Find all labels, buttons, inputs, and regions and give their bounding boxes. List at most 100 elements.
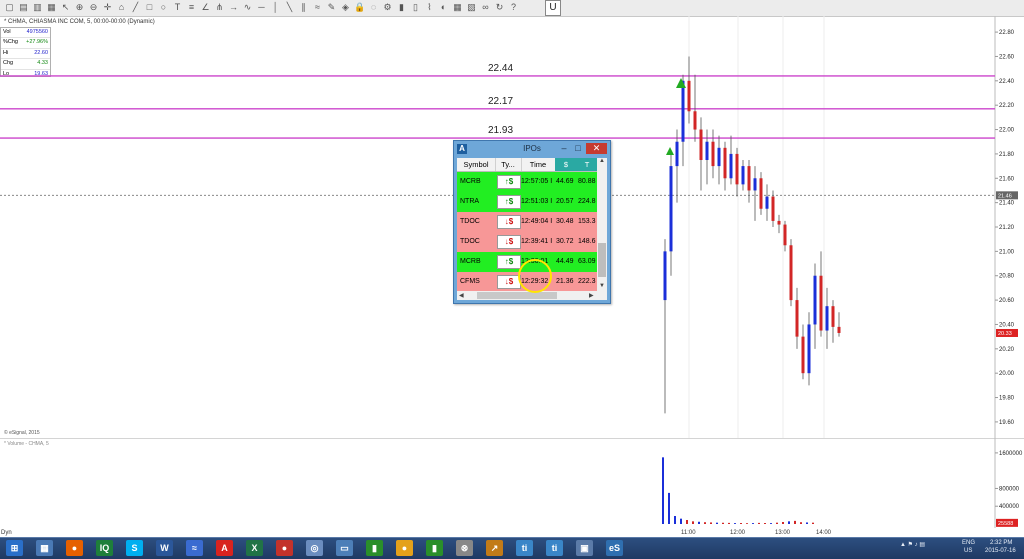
minimize-button[interactable]: – [558, 143, 570, 154]
volume-bar[interactable] [704, 522, 706, 524]
volume-bar[interactable] [776, 522, 778, 524]
column-header-symbol[interactable]: Symbol [457, 158, 496, 171]
arrow-icon[interactable]: → [228, 2, 239, 13]
volume-bar[interactable] [752, 523, 754, 524]
hide-icon[interactable]: ◌ [368, 2, 379, 13]
volume-bar[interactable] [722, 522, 724, 524]
bar-style-icon[interactable]: ▮ [396, 2, 407, 13]
column-header-t[interactable]: T [577, 158, 598, 171]
candle-body[interactable] [795, 300, 799, 337]
candle-icon[interactable]: ▯ [410, 2, 421, 13]
volume-bar[interactable] [770, 523, 772, 524]
candle-body[interactable] [681, 80, 685, 142]
cursor-icon[interactable]: ↖ [60, 2, 71, 13]
candle-body[interactable] [693, 111, 697, 130]
layout-icon[interactable]: ▦ [452, 2, 463, 13]
volume-bar[interactable] [662, 457, 664, 524]
volume-bar[interactable] [758, 522, 760, 524]
fibonacci-icon[interactable]: ≡ [186, 2, 197, 13]
line-style-icon[interactable]: ⌇ [424, 2, 435, 13]
line-icon[interactable]: ╱ [130, 2, 141, 13]
trading-icon-2[interactable]: ▮ [426, 540, 443, 556]
channel-icon[interactable]: ∥ [298, 2, 309, 13]
candle-body[interactable] [663, 251, 667, 301]
chrome-icon[interactable]: ● [396, 540, 413, 556]
candle-body[interactable] [831, 306, 835, 327]
network-icon[interactable]: ▣ [576, 540, 593, 556]
volume-bar[interactable] [806, 522, 808, 524]
candle-body[interactable] [705, 141, 709, 160]
volume-bar[interactable] [764, 523, 766, 524]
volume-bar[interactable] [800, 522, 802, 524]
ti-icon-2[interactable]: ti [546, 540, 563, 556]
vertical-scrollbar[interactable]: ▲ ▼ [597, 158, 607, 291]
volume-bar[interactable] [674, 516, 676, 524]
esignal-icon[interactable]: eS [606, 540, 623, 556]
candle-body[interactable] [669, 166, 673, 252]
candle-body[interactable] [777, 220, 781, 225]
media-icon[interactable]: ◎ [306, 540, 323, 556]
scroll-left-icon[interactable]: ◀ [459, 292, 464, 299]
stock-chart-icon[interactable]: ≈ [186, 540, 203, 556]
text-icon[interactable]: T [172, 2, 183, 13]
candle-body[interactable] [783, 224, 787, 246]
rectangle-icon[interactable]: □ [144, 2, 155, 13]
column-header-time[interactable]: Time [521, 158, 556, 171]
ipo-row[interactable]: TDOC ↓$ 12:39:41 I 30.72 148.6 [457, 232, 597, 252]
volume-bar[interactable] [698, 521, 700, 524]
candle-body[interactable] [825, 306, 829, 331]
home-icon[interactable]: ⌂ [116, 2, 127, 13]
regression-icon[interactable]: ≈ [312, 2, 323, 13]
maximize-button[interactable]: □ [572, 143, 584, 154]
column-header-price[interactable]: $ [555, 158, 578, 171]
save-icon[interactable]: ▥ [32, 2, 43, 13]
word-icon[interactable]: W [156, 540, 173, 556]
ipo-row[interactable]: NTRA ↑$ 12:51:03 I 20.57 224.8 [457, 192, 597, 212]
help-icon[interactable]: ? [508, 2, 519, 13]
file-icon[interactable]: ▢ [4, 2, 15, 13]
candle-body[interactable] [699, 129, 703, 160]
volume-bar[interactable] [788, 521, 790, 524]
candle-body[interactable] [675, 141, 679, 167]
volume-chart[interactable]: 1600000 800000 400000 25588 [0, 438, 1024, 528]
skype-icon[interactable]: S [126, 540, 143, 556]
gann-icon[interactable]: ∠ [200, 2, 211, 13]
candle-body[interactable] [813, 275, 817, 325]
open-icon[interactable]: ▤ [18, 2, 29, 13]
candle-body[interactable] [741, 166, 745, 185]
magnet-icon[interactable]: ◈ [340, 2, 351, 13]
system-tray-icons[interactable]: ▲ ⚑ ♪ ▤ [900, 541, 925, 548]
refresh-icon[interactable]: ↻ [494, 2, 505, 13]
volume-bar[interactable] [728, 522, 730, 524]
ellipse-icon[interactable]: ○ [158, 2, 169, 13]
pitchfork-icon[interactable]: ⋔ [214, 2, 225, 13]
lock-icon[interactable]: 🔒 [354, 2, 365, 13]
print-icon[interactable]: ▦ [46, 2, 57, 13]
erase-icon[interactable]: ✎ [326, 2, 337, 13]
ti-icon[interactable]: ti [516, 540, 533, 556]
volume-bar[interactable] [686, 520, 688, 524]
scroll-right-icon[interactable]: ▶ [589, 292, 594, 299]
ipo-row[interactable]: TDOC ↓$ 12:49:04 I 30.48 153.3 [457, 212, 597, 232]
horizontal-scroll-thumb[interactable] [477, 292, 557, 299]
start-button[interactable]: ⊞ [6, 540, 23, 556]
template-icon[interactable]: ▧ [466, 2, 477, 13]
scroll-thumb[interactable] [598, 243, 606, 277]
candle-body[interactable] [747, 166, 751, 191]
trading-icon[interactable]: ▮ [366, 540, 383, 556]
column-header-type[interactable]: Ty... [495, 158, 522, 171]
ipo-row[interactable]: MCRB ↑$ 12:57:05 I 44.69 80.88 [457, 172, 597, 192]
volume-bar[interactable] [734, 523, 736, 524]
u-button[interactable]: U [545, 0, 561, 16]
file-explorer-icon[interactable]: ▦ [36, 540, 53, 556]
candle-body[interactable] [819, 275, 823, 331]
candle-body[interactable] [771, 196, 775, 221]
volume-bar[interactable] [692, 521, 694, 524]
vertical-line-icon[interactable]: │ [270, 2, 281, 13]
iq-icon[interactable]: IQ [96, 540, 113, 556]
scroll-down-icon[interactable]: ▼ [599, 283, 605, 289]
volume-bar[interactable] [812, 522, 814, 524]
candle-body[interactable] [723, 147, 727, 179]
arrow-app-icon[interactable]: ↗ [486, 540, 503, 556]
volume-bar[interactable] [680, 518, 682, 524]
